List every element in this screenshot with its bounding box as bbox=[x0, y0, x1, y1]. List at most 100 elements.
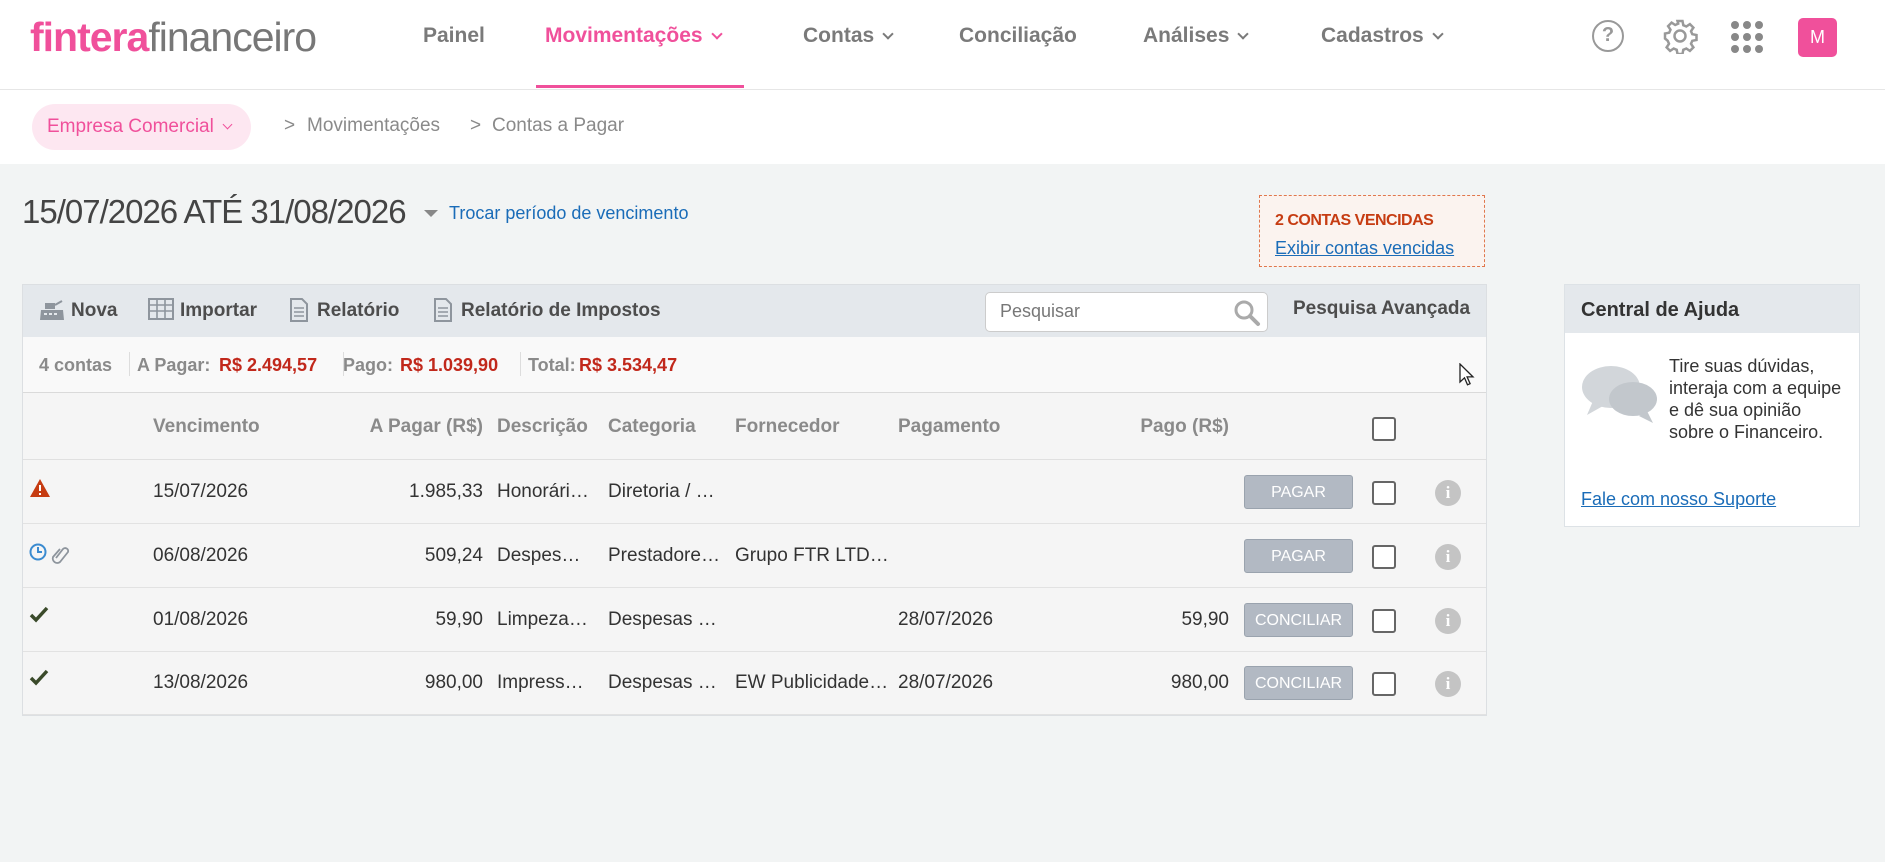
new-button-label: Nova bbox=[71, 300, 118, 321]
cell-pago: 59,90 bbox=[1181, 609, 1229, 630]
row-checkbox[interactable] bbox=[1372, 545, 1396, 569]
cell-fornecedor: Grupo FTR LTD… bbox=[735, 545, 889, 566]
checkmark-icon bbox=[29, 606, 49, 623]
row-checkbox[interactable] bbox=[1372, 609, 1396, 633]
help-center-header: Central de Ajuda bbox=[1565, 285, 1859, 333]
nav-conciliacao[interactable]: Conciliação bbox=[959, 24, 1077, 48]
cell-categoria: Diretoria / … bbox=[608, 481, 715, 502]
cell-pagamento: 28/07/2026 bbox=[898, 672, 994, 693]
brand-logo-light: financeiro bbox=[148, 14, 317, 60]
accounts-count: 4 contas bbox=[39, 355, 113, 375]
search-box bbox=[985, 292, 1268, 332]
report-button-label: Relatório bbox=[317, 300, 400, 321]
cell-fornecedor: EW Publicidade… bbox=[735, 672, 889, 693]
advanced-search-link[interactable]: Pesquisa Avançada bbox=[1293, 298, 1470, 320]
cell-categoria: Prestadore… bbox=[608, 545, 720, 566]
info-icon[interactable]: i bbox=[1435, 608, 1461, 634]
col-vencimento[interactable]: Vencimento bbox=[153, 416, 260, 438]
document-icon bbox=[290, 298, 308, 322]
help-icon[interactable]: ? bbox=[1592, 20, 1624, 52]
pay-button[interactable]: PAGAR bbox=[1244, 475, 1353, 509]
pay-button[interactable]: PAGAR bbox=[1244, 539, 1353, 573]
help-center-panel: Central de Ajuda Tire suas dúvidas, inte… bbox=[1564, 284, 1860, 527]
breadcrumb: Empresa Comercial > Movimentações > Cont… bbox=[0, 90, 1885, 164]
divider bbox=[129, 352, 130, 376]
warning-icon bbox=[30, 479, 50, 497]
nav-painel-label: Painel bbox=[423, 24, 485, 47]
overdue-alert-box: 2 CONTAS VENCIDAS Exibir contas vencidas bbox=[1259, 195, 1485, 267]
payables-panel: Nova Importar Relatório Relatório de Imp… bbox=[22, 284, 1487, 716]
total-label: Total: bbox=[528, 355, 576, 375]
period-title: 15/07/2026 ATÉ 31/08/2026 bbox=[22, 193, 407, 230]
show-overdue-link[interactable]: Exibir contas vencidas bbox=[1275, 238, 1454, 259]
search-icon[interactable] bbox=[1233, 299, 1261, 327]
table-row[interactable]: 06/08/2026 509,24 Despes… Prestadore… Gr… bbox=[23, 525, 1486, 588]
table-icon bbox=[148, 298, 174, 320]
info-icon[interactable]: i bbox=[1435, 544, 1461, 570]
cell-pagamento: 28/07/2026 bbox=[898, 609, 994, 630]
gear-icon[interactable] bbox=[1662, 18, 1698, 54]
col-pagamento[interactable]: Pagamento bbox=[898, 416, 1000, 438]
cell-descricao: Despes… bbox=[497, 545, 581, 566]
clock-attachment-icons bbox=[29, 543, 70, 564]
brand-logo[interactable]: finterafinanceiro bbox=[30, 14, 317, 61]
chat-bubbles-icon bbox=[1582, 366, 1657, 423]
totals-summary: 4 contas A Pagar: R$ 2.494,57 Pago: R$ 1… bbox=[23, 337, 1486, 393]
company-selector[interactable]: Empresa Comercial bbox=[32, 104, 251, 150]
active-nav-indicator bbox=[536, 85, 744, 88]
nav-contas-label: Contas bbox=[803, 24, 875, 47]
to-pay-label: A Pagar: bbox=[137, 355, 211, 375]
row-checkbox[interactable] bbox=[1372, 481, 1396, 505]
info-icon[interactable]: i bbox=[1435, 480, 1461, 506]
tax-report-button-label: Relatório de Impostos bbox=[461, 300, 661, 321]
cell-a-pagar: 980,00 bbox=[424, 672, 483, 693]
select-all-checkbox[interactable] bbox=[1372, 417, 1396, 441]
nav-painel[interactable]: Painel bbox=[423, 24, 485, 48]
col-a-pagar[interactable]: A Pagar (R$) bbox=[323, 416, 483, 438]
nav-movimentacoes-label: Movimentações bbox=[545, 24, 703, 47]
cell-vencimento: 01/08/2026 bbox=[153, 609, 249, 630]
support-link[interactable]: Fale com nosso Suporte bbox=[1581, 489, 1776, 510]
col-fornecedor[interactable]: Fornecedor bbox=[735, 416, 840, 438]
reconcile-button[interactable]: CONCILIAR bbox=[1244, 603, 1353, 637]
nav-movimentacoes[interactable]: Movimentações bbox=[545, 24, 723, 48]
change-period-link[interactable]: Trocar período de vencimento bbox=[449, 203, 688, 224]
table-row[interactable]: 15/07/2026 1.985,33 Honorári… Diretoria … bbox=[23, 461, 1486, 524]
col-categoria[interactable]: Categoria bbox=[608, 416, 696, 438]
nav-cadastros[interactable]: Cadastros bbox=[1321, 24, 1444, 48]
company-selector-label: Empresa Comercial bbox=[47, 116, 214, 137]
table-row[interactable]: 13/08/2026 980,00 Impress… Despesas … EW… bbox=[23, 652, 1486, 715]
nav-conciliacao-label: Conciliação bbox=[959, 24, 1077, 47]
brand-logo-bold: fintera bbox=[30, 14, 149, 60]
table-row[interactable]: 01/08/2026 59,90 Limpeza… Despesas … 28/… bbox=[23, 589, 1486, 652]
cell-descricao: Limpeza… bbox=[497, 609, 588, 630]
search-input[interactable] bbox=[1000, 301, 1220, 322]
nav-contas[interactable]: Contas bbox=[803, 24, 894, 48]
nav-analises[interactable]: Análises bbox=[1143, 24, 1250, 48]
cash-register-icon bbox=[40, 300, 64, 320]
help-center-title: Central de Ajuda bbox=[1581, 299, 1740, 321]
cell-categoria: Despesas … bbox=[608, 672, 717, 693]
chevron-down-icon bbox=[710, 28, 723, 40]
reconcile-button[interactable]: CONCILIAR bbox=[1244, 666, 1353, 700]
col-pago[interactable]: Pago (R$) bbox=[1083, 416, 1229, 438]
divider bbox=[520, 352, 521, 376]
paid-value: R$ 1.039,90 bbox=[400, 355, 499, 375]
user-avatar[interactable]: M bbox=[1798, 18, 1837, 57]
total-value: R$ 3.534,47 bbox=[579, 355, 678, 375]
chevron-down-icon bbox=[222, 119, 233, 130]
breadcrumb-separator: > bbox=[284, 115, 296, 136]
chevron-down-icon bbox=[1432, 28, 1444, 40]
cell-descricao: Honorári… bbox=[497, 481, 589, 502]
cell-pago: 980,00 bbox=[1170, 672, 1229, 693]
breadcrumb-movimentacoes[interactable]: Movimentações bbox=[307, 115, 440, 137]
row-checkbox[interactable] bbox=[1372, 672, 1396, 696]
table-toolbar: Nova Importar Relatório Relatório de Imp… bbox=[23, 285, 1486, 337]
col-descricao[interactable]: Descrição bbox=[497, 416, 588, 438]
paid-label: Pago: bbox=[343, 355, 394, 375]
chevron-down-icon bbox=[882, 28, 894, 40]
info-icon[interactable]: i bbox=[1435, 671, 1461, 697]
apps-grid-icon[interactable] bbox=[1731, 21, 1763, 53]
caret-down-icon[interactable] bbox=[424, 210, 438, 217]
chevron-down-icon bbox=[1237, 28, 1250, 40]
